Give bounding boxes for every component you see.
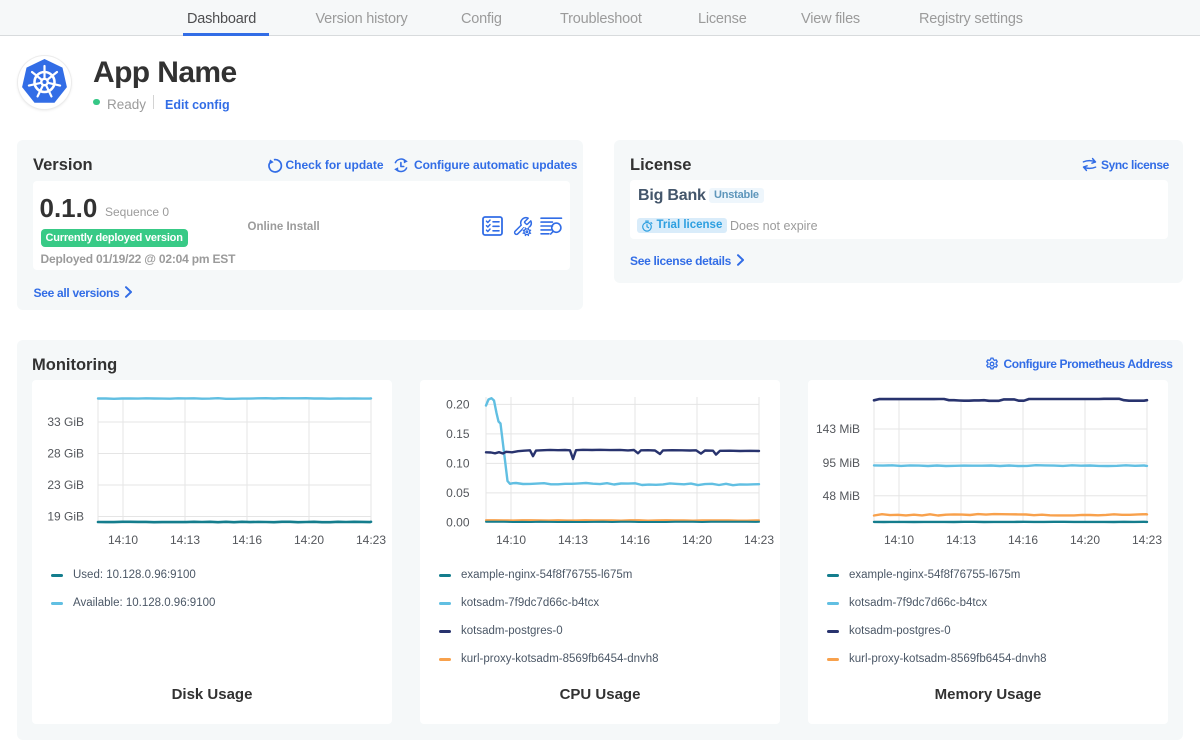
svg-text:48 MiB: 48 MiB [823, 489, 860, 503]
svg-text:0.00: 0.00 [446, 516, 470, 530]
svg-text:14:23: 14:23 [744, 533, 774, 547]
svg-text:14:10: 14:10 [496, 533, 526, 547]
svg-text:14:10: 14:10 [108, 533, 138, 547]
svg-text:0.05: 0.05 [446, 486, 470, 500]
svg-text:14:20: 14:20 [682, 533, 712, 547]
svg-text:33 GiB: 33 GiB [47, 415, 84, 429]
svg-text:14:16: 14:16 [1008, 533, 1038, 547]
svg-text:14:23: 14:23 [1132, 533, 1162, 547]
svg-text:23 GiB: 23 GiB [47, 478, 84, 492]
svg-text:14:13: 14:13 [558, 533, 588, 547]
svg-text:14:20: 14:20 [1070, 533, 1100, 547]
svg-text:0.20: 0.20 [446, 398, 470, 412]
svg-text:143 MiB: 143 MiB [816, 422, 860, 436]
svg-text:14:13: 14:13 [946, 533, 976, 547]
svg-text:14:13: 14:13 [170, 533, 200, 547]
svg-text:14:23: 14:23 [356, 533, 386, 547]
svg-text:14:16: 14:16 [620, 533, 650, 547]
svg-text:14:16: 14:16 [232, 533, 262, 547]
svg-text:19 GiB: 19 GiB [47, 510, 84, 524]
svg-text:0.10: 0.10 [446, 457, 470, 471]
svg-text:95 MiB: 95 MiB [823, 456, 860, 470]
svg-text:14:20: 14:20 [294, 533, 324, 547]
svg-text:0.15: 0.15 [446, 427, 470, 441]
svg-text:28 GiB: 28 GiB [47, 447, 84, 461]
svg-text:14:10: 14:10 [884, 533, 914, 547]
